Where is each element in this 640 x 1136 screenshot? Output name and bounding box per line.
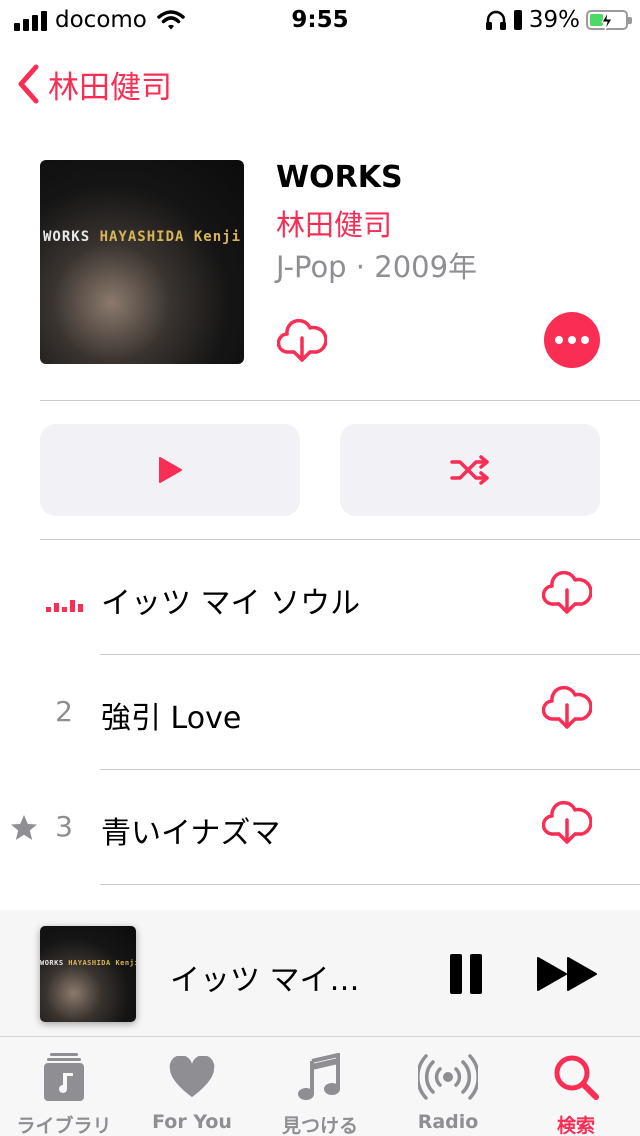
status-bar: docomo 9:55 39%	[0, 0, 640, 40]
radio-icon	[384, 1051, 512, 1103]
cloud-download-icon	[541, 685, 593, 729]
cover-text-artist: HAYASHIDA Kenji	[68, 958, 136, 967]
back-label: 林田健司	[48, 69, 172, 106]
play-button[interactable]	[40, 424, 300, 516]
tab-search[interactable]: 検索	[512, 1037, 640, 1136]
pause-icon	[450, 954, 462, 994]
track-download-button[interactable]	[541, 800, 593, 850]
now-playing-equalizer-icon	[46, 598, 83, 612]
battery-percent: 39%	[528, 7, 580, 33]
star-icon	[11, 815, 37, 840]
cloud-download-icon	[541, 570, 593, 614]
charging-bolt-icon	[601, 11, 613, 31]
cover-text: WORKS HAYASHIDA Kenji	[40, 959, 136, 967]
track-title: 強引 Love	[101, 701, 242, 736]
tab-label: Radio	[417, 1111, 479, 1133]
play-icon	[159, 457, 182, 483]
album-title: WORKS	[276, 160, 403, 195]
cover-text-title: WORKS	[42, 229, 91, 246]
tab-for-you[interactable]: For You	[128, 1037, 256, 1136]
cover-text-title: WORKS	[40, 958, 64, 967]
cloud-download-icon	[541, 800, 593, 844]
tab-label: For You	[152, 1111, 232, 1133]
battery-nub	[628, 17, 632, 24]
mini-player-artwork[interactable]: WORKS HAYASHIDA Kenji	[40, 926, 136, 1022]
tab-bar: ライブラリ For You 見つける Radio 検索	[0, 1036, 640, 1136]
tab-library[interactable]: ライブラリ	[0, 1037, 128, 1136]
album-artist-link[interactable]: 林田健司	[276, 202, 392, 244]
chevron-left-icon	[18, 64, 39, 104]
orientation-lock-icon	[513, 10, 522, 30]
album-cover-art: WORKS HAYASHIDA Kenji	[40, 926, 136, 1022]
heart-icon	[128, 1051, 256, 1103]
track-row[interactable]: 2 強引 Love	[0, 655, 640, 770]
back-button[interactable]: 林田健司	[16, 60, 172, 108]
tab-label: 検索	[556, 1115, 595, 1136]
album-meta: J-Pop · 2009年	[276, 250, 478, 284]
tab-label: ライブラリ	[16, 1115, 112, 1136]
album-cover-art: WORKS HAYASHIDA Kenji	[40, 160, 244, 364]
track-number: 2	[55, 695, 73, 728]
divider	[100, 884, 640, 885]
battery-icon	[586, 10, 632, 31]
library-icon	[0, 1051, 128, 1103]
mini-player-title[interactable]: イッツ マイ…	[170, 955, 360, 999]
more-icon-dot	[581, 336, 589, 344]
status-right: 39%	[485, 6, 632, 34]
fast-forward-icon	[537, 957, 597, 991]
shuffle-icon	[450, 455, 489, 485]
shuffle-button[interactable]	[340, 424, 600, 516]
album-download-button[interactable]	[276, 318, 328, 368]
track-row[interactable]: イッツ マイ ソウル	[0, 540, 640, 655]
next-button[interactable]	[536, 956, 600, 996]
track-row[interactable]: 3 青いイナズマ	[0, 770, 640, 885]
pause-icon	[470, 954, 482, 994]
more-icon-dot	[555, 336, 563, 344]
tab-radio[interactable]: Radio	[384, 1037, 512, 1136]
track-title: 青いイナズマ	[101, 816, 281, 851]
headphones-icon	[485, 10, 506, 30]
cover-text: WORKS HAYASHIDA Kenji	[40, 229, 244, 245]
search-icon	[512, 1051, 640, 1103]
track-number: 3	[55, 810, 73, 843]
pause-button[interactable]	[448, 954, 484, 994]
track-download-button[interactable]	[541, 685, 593, 735]
music-note-icon	[256, 1051, 384, 1103]
more-button[interactable]	[544, 312, 600, 368]
tab-browse[interactable]: 見つける	[256, 1037, 384, 1136]
cover-text-artist: HAYASHIDA Kenji	[99, 229, 242, 246]
tab-label: 見つける	[281, 1115, 358, 1136]
track-title: イッツ マイ ソウル	[101, 586, 361, 621]
more-icon-dot	[568, 336, 576, 344]
divider	[40, 400, 640, 401]
cloud-download-icon	[276, 318, 328, 362]
album-cover: WORKS HAYASHIDA Kenji	[40, 160, 244, 364]
track-download-button[interactable]	[541, 570, 593, 620]
